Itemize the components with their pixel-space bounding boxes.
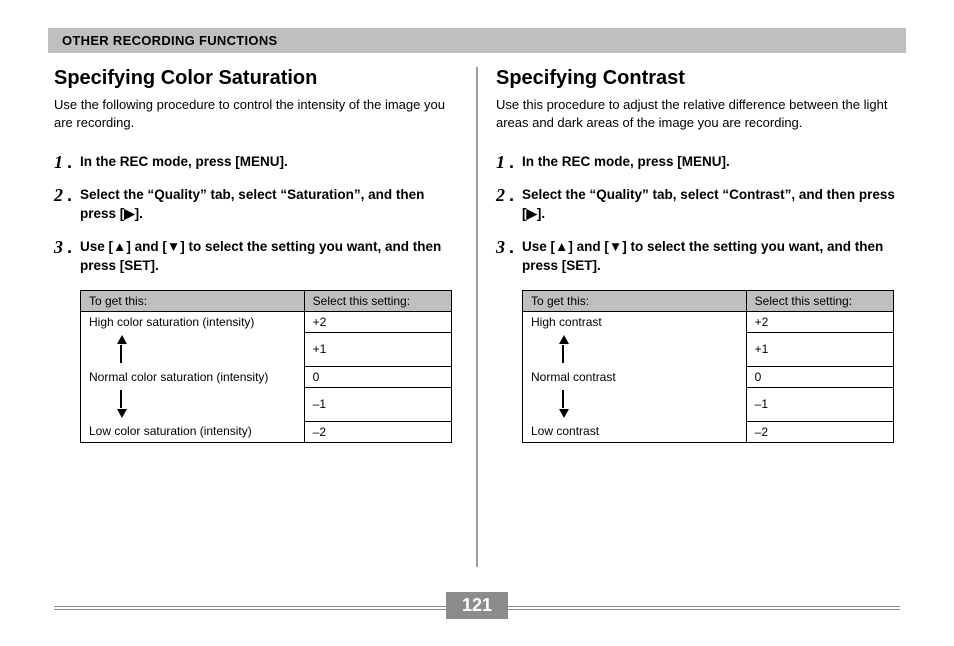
step-text: Select the “Quality” tab, select “Satura… [80,186,458,224]
manual-page: OTHER RECORDING FUNCTIONS Specifying Col… [0,0,954,646]
steps-contrast: 1.In the REC mode, press [MENU]. 2.Selec… [496,153,900,275]
table-head-val: Select this setting: [304,290,451,311]
table-row: Normal color saturation (intensity) 0 [81,366,452,387]
table-head-val: Select this setting: [746,290,893,311]
cell-high: High contrast [523,311,747,332]
step-number: 3 [496,238,505,256]
step-item: 2.Select the “Quality” tab, select “Cont… [496,186,900,224]
table-row: Normal contrast 0 [523,366,894,387]
table-row: Low contrast –2 [523,421,894,442]
cell-arrow-up [81,332,305,366]
table-saturation: To get this: Select this setting: High c… [80,290,452,443]
cell-value: 0 [304,366,451,387]
step-text: In the REC mode, press [MENU]. [80,153,288,172]
page-number-badge: 121 [446,592,508,619]
step-text: Select the “Quality” tab, select “Contra… [522,186,900,224]
cell-value: +1 [746,332,893,366]
table-row: –1 [523,387,894,421]
cell-value: +2 [746,311,893,332]
table-row: –1 [81,387,452,421]
cell-arrow-down [523,387,747,421]
cell-normal: Normal contrast [523,366,747,387]
intro-contrast: Use this procedure to adjust the relativ… [496,96,900,131]
step-text: In the REC mode, press [MENU]. [522,153,730,172]
table-contrast: To get this: Select this setting: High c… [522,290,894,443]
cell-value: +1 [304,332,451,366]
page-footer: 121 [0,592,954,622]
step-item: 3.Use [▲] and [▼] to select the setting … [496,238,900,276]
cell-value: –1 [304,387,451,421]
arrow-up-icon [119,335,296,363]
heading-contrast: Specifying Contrast [496,67,900,90]
table-row: +1 [523,332,894,366]
cell-value: –2 [746,421,893,442]
arrow-down-icon [561,390,738,418]
table-row: High color saturation (intensity) +2 [81,311,452,332]
arrow-up-icon [561,335,738,363]
step-text: Use [▲] and [▼] to select the setting yo… [522,238,900,276]
intro-saturation: Use the following procedure to control t… [54,96,458,131]
step-text: Use [▲] and [▼] to select the setting yo… [80,238,458,276]
cell-low: Low color saturation (intensity) [81,421,305,442]
cell-high: High color saturation (intensity) [81,311,305,332]
table-header-row: To get this: Select this setting: [523,290,894,311]
cell-value: +2 [304,311,451,332]
table-row: +1 [81,332,452,366]
columns: Specifying Color Saturation Use the foll… [48,67,906,567]
table-header-row: To get this: Select this setting: [81,290,452,311]
cell-arrow-up [523,332,747,366]
column-contrast: Specifying Contrast Use this procedure t… [478,67,906,567]
cell-value: 0 [746,366,893,387]
arrow-down-icon [119,390,296,418]
step-item: 1.In the REC mode, press [MENU]. [496,153,900,172]
section-header: OTHER RECORDING FUNCTIONS [48,28,906,53]
cell-normal: Normal color saturation (intensity) [81,366,305,387]
heading-saturation: Specifying Color Saturation [54,67,458,90]
step-number: 1 [496,153,505,171]
cell-value: –2 [304,421,451,442]
footer-rule: 121 [48,592,906,622]
cell-low: Low contrast [523,421,747,442]
step-number: 2 [496,186,505,204]
cell-arrow-down [81,387,305,421]
steps-saturation: 1.In the REC mode, press [MENU]. 2.Selec… [54,153,458,275]
table-row: High contrast +2 [523,311,894,332]
step-item: 2.Select the “Quality” tab, select “Satu… [54,186,458,224]
step-number: 3 [54,238,63,256]
table-head-desc: To get this: [523,290,747,311]
cell-value: –1 [746,387,893,421]
table-head-desc: To get this: [81,290,305,311]
column-saturation: Specifying Color Saturation Use the foll… [48,67,476,567]
table-row: Low color saturation (intensity) –2 [81,421,452,442]
step-number: 2 [54,186,63,204]
step-item: 3.Use [▲] and [▼] to select the setting … [54,238,458,276]
step-number: 1 [54,153,63,171]
step-item: 1.In the REC mode, press [MENU]. [54,153,458,172]
